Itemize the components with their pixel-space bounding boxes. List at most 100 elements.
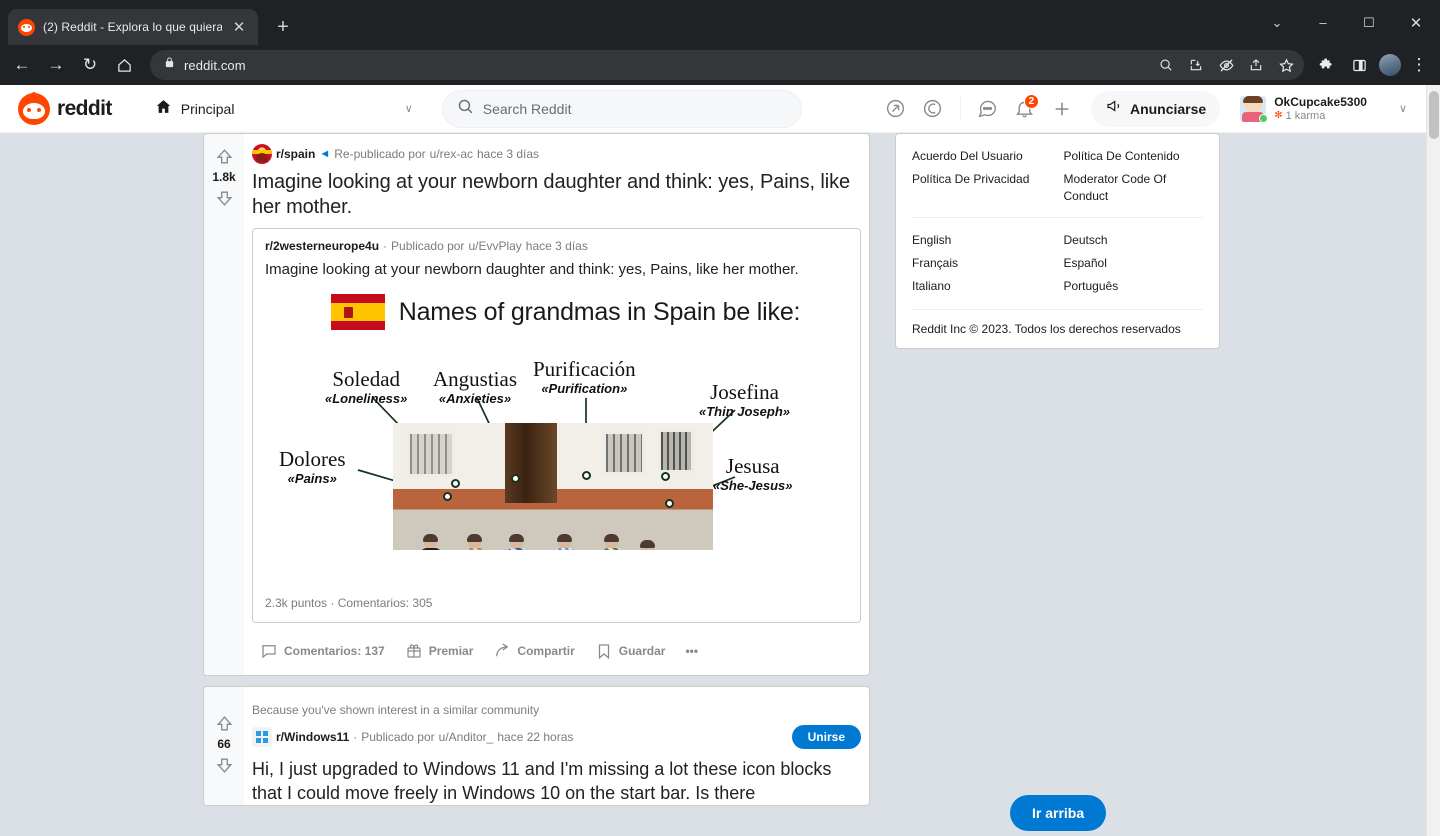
lock-icon	[164, 56, 175, 74]
main-feed-column: 1.8k r/spain ◄ Re-publicado por u/rex-ac	[203, 133, 870, 816]
language-francais[interactable]: Français	[912, 255, 1052, 272]
language-espanol[interactable]: Español	[1064, 255, 1204, 272]
meme-label: Josefina «Thin Joseph»	[699, 380, 791, 420]
language-portugues[interactable]: Português	[1064, 278, 1204, 295]
footer-card: Acuerdo Del Usuario Política De Contenid…	[895, 133, 1220, 349]
post-time: hace 22 horas	[497, 730, 574, 744]
share-button[interactable]: Compartir	[485, 635, 582, 667]
award-button[interactable]: Premiar	[397, 635, 482, 667]
extensions-icon[interactable]	[1312, 49, 1342, 81]
marker-dot	[451, 479, 460, 488]
crosspost-container[interactable]: r/2westerneurope4u · Publicado por u/Evv…	[252, 228, 861, 623]
home-icon[interactable]	[108, 49, 140, 81]
search-icon[interactable]	[1152, 51, 1180, 79]
post-image[interactable]: Names of grandmas in Spain be like: Sole…	[265, 280, 848, 586]
browser-menu-dots-icon[interactable]: ⋮	[1406, 55, 1432, 75]
reddit-header: reddit Principal ∨ Search Reddit 2 Anunc…	[0, 85, 1426, 133]
comments-button[interactable]: Comentarios: 137	[252, 635, 393, 667]
sidebar-footer-column: Acuerdo Del Usuario Política De Contenid…	[895, 133, 1220, 349]
bookmark-star-icon[interactable]	[1272, 51, 1300, 79]
language-deutsch[interactable]: Deutsch	[1064, 232, 1204, 249]
minimize-button[interactable]: –	[1300, 0, 1346, 45]
page-scrollbar[interactable]	[1426, 85, 1440, 836]
advertise-label: Anunciarse	[1129, 100, 1207, 117]
more-options-button[interactable]: •••	[677, 637, 706, 665]
post-card: 1.8k r/spain ◄ Re-publicado por u/rex-ac	[203, 133, 870, 676]
tab-strip: (2) Reddit - Explora lo que quiera ✕ + ⌄…	[0, 0, 1440, 45]
award-icon	[405, 642, 423, 660]
browser-toolbar: ← → ↻ reddit.com ⋮	[0, 45, 1440, 85]
meme-label: Purificación «Purification»	[533, 357, 636, 397]
side-panel-icon[interactable]	[1344, 49, 1374, 81]
subreddit-link[interactable]: r/Windows11	[276, 730, 349, 744]
post-author[interactable]: u/rex-ac	[430, 147, 473, 161]
reload-icon[interactable]: ↻	[74, 49, 106, 81]
username: OkCupcake5300	[1274, 94, 1367, 109]
reddit-logo[interactable]: reddit	[18, 91, 112, 125]
coin-icon[interactable]	[915, 91, 951, 127]
share-icon[interactable]	[1242, 51, 1270, 79]
post-title[interactable]: Hi, I just upgraded to Windows 11 and I'…	[252, 753, 861, 805]
crosspost-subreddit[interactable]: r/2westerneurope4u	[265, 239, 379, 253]
post-time: hace 3 días	[477, 147, 540, 161]
karma-icon: ✻	[1274, 109, 1283, 121]
post-author[interactable]: u/Anditor_	[439, 730, 494, 744]
scrollbar-thumb[interactable]	[1429, 91, 1439, 139]
new-tab-button[interactable]: +	[268, 12, 298, 42]
join-button[interactable]: Unirse	[791, 725, 861, 749]
close-window-button[interactable]: ✕	[1392, 0, 1440, 45]
downvote-arrow-icon[interactable]	[212, 753, 236, 777]
back-icon[interactable]: ←	[6, 49, 38, 81]
trending-icon[interactable]	[878, 91, 914, 127]
feed-selector-label: Principal	[180, 100, 235, 117]
chat-icon[interactable]	[970, 91, 1006, 127]
feed-selector-dropdown[interactable]: Principal ∨	[144, 91, 424, 127]
footer-link-user-agreement[interactable]: Acuerdo Del Usuario	[912, 148, 1052, 165]
browser-tab[interactable]: (2) Reddit - Explora lo que quiera ✕	[8, 9, 258, 45]
home-icon	[155, 98, 172, 120]
footer-link-privacy-policy[interactable]: Política De Privacidad	[912, 171, 1052, 205]
notifications-bell-icon[interactable]: 2	[1007, 91, 1043, 127]
tab-close-icon[interactable]: ✕	[230, 18, 248, 36]
save-label: Guardar	[618, 644, 666, 658]
crosspost-time: hace 3 días	[525, 239, 588, 253]
upvote-arrow-icon[interactable]	[212, 711, 236, 735]
share-label: Compartir	[517, 644, 575, 658]
install-icon[interactable]	[1182, 51, 1210, 79]
subreddit-avatar	[252, 144, 272, 164]
maximize-button[interactable]: ☐	[1346, 0, 1392, 45]
post-meta: r/Windows11 · Publicado por u/Anditor_ h…	[252, 723, 861, 753]
crosspost-posted-by: Publicado por	[391, 239, 465, 253]
crosspost-meta: r/2westerneurope4u · Publicado por u/Evv…	[265, 239, 848, 253]
language-italiano[interactable]: Italiano	[912, 278, 1052, 295]
user-menu[interactable]: OkCupcake5300 ✻ 1 karma ∨	[1231, 90, 1414, 128]
advertise-button[interactable]: Anunciarse	[1090, 90, 1221, 127]
post-body: r/spain ◄ Re-publicado por u/rex-ac hace…	[244, 134, 869, 675]
go-to-top-button[interactable]: Ir arriba	[1010, 795, 1107, 831]
upvote-arrow-icon[interactable]	[212, 144, 236, 168]
footer-link-moderator-code[interactable]: Moderator Code Of Conduct	[1064, 171, 1204, 205]
tab-search-chevron-icon[interactable]: ⌄	[1254, 0, 1300, 45]
crosspost-author[interactable]: u/EvvPlay	[468, 239, 521, 253]
tab-title: (2) Reddit - Explora lo que quiera	[43, 20, 222, 34]
save-button[interactable]: Guardar	[587, 635, 674, 667]
subreddit-link[interactable]: r/spain	[276, 147, 315, 161]
create-post-icon[interactable]	[1044, 91, 1080, 127]
feed-scroll-area[interactable]: 1.8k r/spain ◄ Re-publicado por u/rex-ac	[0, 133, 1426, 836]
tracking-protection-icon[interactable]	[1212, 51, 1240, 79]
meme-label: Angustias «Anxieties»	[433, 367, 517, 407]
search-input[interactable]: Search Reddit	[441, 89, 802, 128]
chevron-down-icon: ∨	[1398, 103, 1407, 115]
browser-profile-avatar[interactable]	[1379, 54, 1401, 76]
award-label: Premiar	[428, 644, 474, 658]
language-english[interactable]: English	[912, 232, 1052, 249]
address-bar[interactable]: reddit.com	[150, 50, 1304, 80]
meta-separator: ·	[383, 239, 388, 253]
url-text: reddit.com	[184, 57, 246, 73]
downvote-arrow-icon[interactable]	[212, 186, 236, 210]
page-title[interactable]: Imagine looking at your newborn daughter…	[252, 168, 861, 228]
forward-icon[interactable]: →	[40, 49, 72, 81]
post-meta-action: Re-publicado por	[334, 147, 426, 161]
subreddit-avatar	[252, 727, 272, 747]
footer-link-content-policy[interactable]: Política De Contenido	[1064, 148, 1204, 165]
